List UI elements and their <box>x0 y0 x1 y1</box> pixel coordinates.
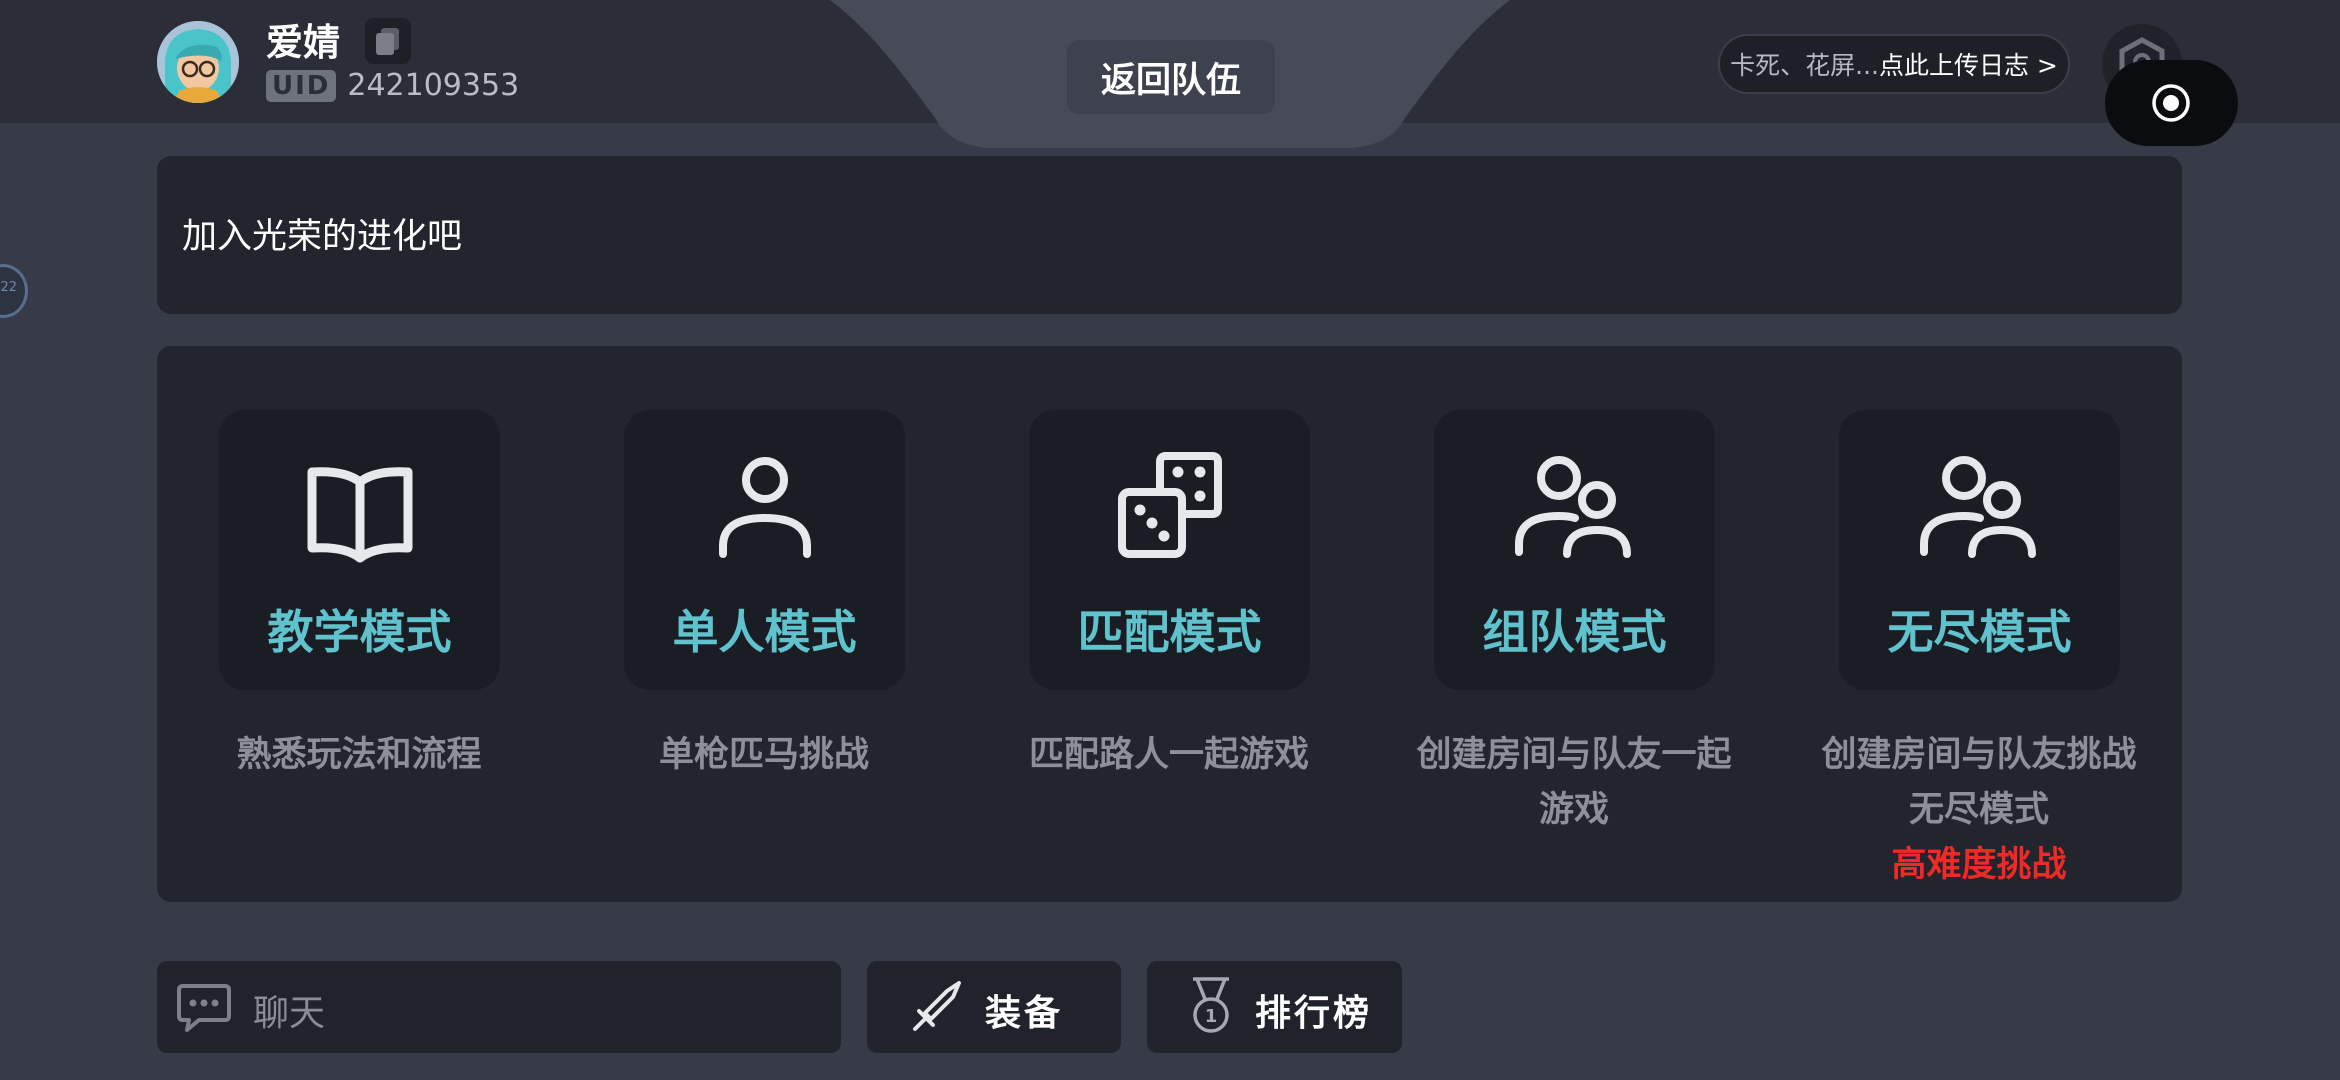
game-modes-panel: 教学模式 熟悉玩法和流程 单人模式 单枪匹马挑战 匹配模式 匹配路人一起游戏 组… <box>157 346 2182 902</box>
log-hint: 卡死、花屏... <box>1730 51 1879 80</box>
floating-side-handle[interactable]: 22 <box>0 264 28 318</box>
mode-desc: 单枪匹马挑战 <box>658 735 869 775</box>
sword-icon <box>913 981 961 1031</box>
mode-title: 匹配模式 <box>1077 605 1262 659</box>
mode-desc: 创建房间与队友挑战 无尽模式 高难度挑战 <box>1793 728 2165 893</box>
back-to-team-button[interactable]: 返回队伍 <box>1067 40 1275 114</box>
mode-desc: 熟悉玩法和流程 <box>236 735 482 775</box>
group-icon <box>1514 456 1631 558</box>
difficulty-warning: 高难度挑战 <box>1891 845 2067 885</box>
equipment-button[interactable]: 装备 <box>867 961 1121 1053</box>
mode-title: 单人模式 <box>672 605 857 659</box>
book-icon <box>307 467 412 563</box>
leaderboard-button[interactable]: 1 排行榜 <box>1147 961 1402 1053</box>
avatar[interactable] <box>157 21 239 103</box>
uid-value: 242109353 <box>347 68 520 103</box>
mode-desc: 匹配路人一起游戏 <box>1028 735 1309 775</box>
dice-icon <box>1117 452 1222 558</box>
person-icon <box>718 457 811 558</box>
mode-tutorial-card[interactable]: 教学模式 <box>219 410 500 690</box>
chat-bubble-icon <box>177 984 231 1032</box>
upload-log-button[interactable]: 卡死、花屏... 点此上传日志 > <box>1718 34 2070 94</box>
screen-record-button[interactable] <box>2105 60 2238 146</box>
mode-desc: 创建房间与队友一起 游戏 <box>1416 735 1732 830</box>
chat-input[interactable]: 聊天 <box>157 961 841 1053</box>
chat-placeholder: 聊天 <box>253 993 326 1034</box>
mode-solo-card[interactable]: 单人模式 <box>624 410 905 690</box>
mode-match-card[interactable]: 匹配模式 <box>1029 410 1310 690</box>
mode-title: 教学模式 <box>267 605 452 659</box>
announcement-banner: 加入光荣的进化吧 <box>157 156 2182 314</box>
username: 爱婧 <box>266 21 340 64</box>
copy-uid-button[interactable] <box>365 18 411 64</box>
uid-row: UID 242109353 <box>266 68 519 103</box>
mode-team-card[interactable]: 组队模式 <box>1434 410 1715 690</box>
uid-label: UID <box>266 69 337 102</box>
copy-icon <box>376 28 399 55</box>
equipment-label: 装备 <box>985 993 1064 1034</box>
mode-title: 组队模式 <box>1482 605 1667 659</box>
mode-endless-card[interactable]: 无尽模式 <box>1839 410 2120 690</box>
group-icon <box>1919 456 2036 558</box>
banner-text: 加入光荣的进化吧 <box>182 217 463 257</box>
leaderboard-label: 排行榜 <box>1255 993 1373 1034</box>
record-icon <box>2152 84 2190 122</box>
svg-text:1: 1 <box>1205 1006 1218 1027</box>
log-action: 点此上传日志 > <box>1878 51 2058 80</box>
medal-icon: 1 <box>1193 977 1229 1033</box>
mode-title: 无尽模式 <box>1887 605 2072 659</box>
side-handle-label: 22 <box>0 280 17 295</box>
